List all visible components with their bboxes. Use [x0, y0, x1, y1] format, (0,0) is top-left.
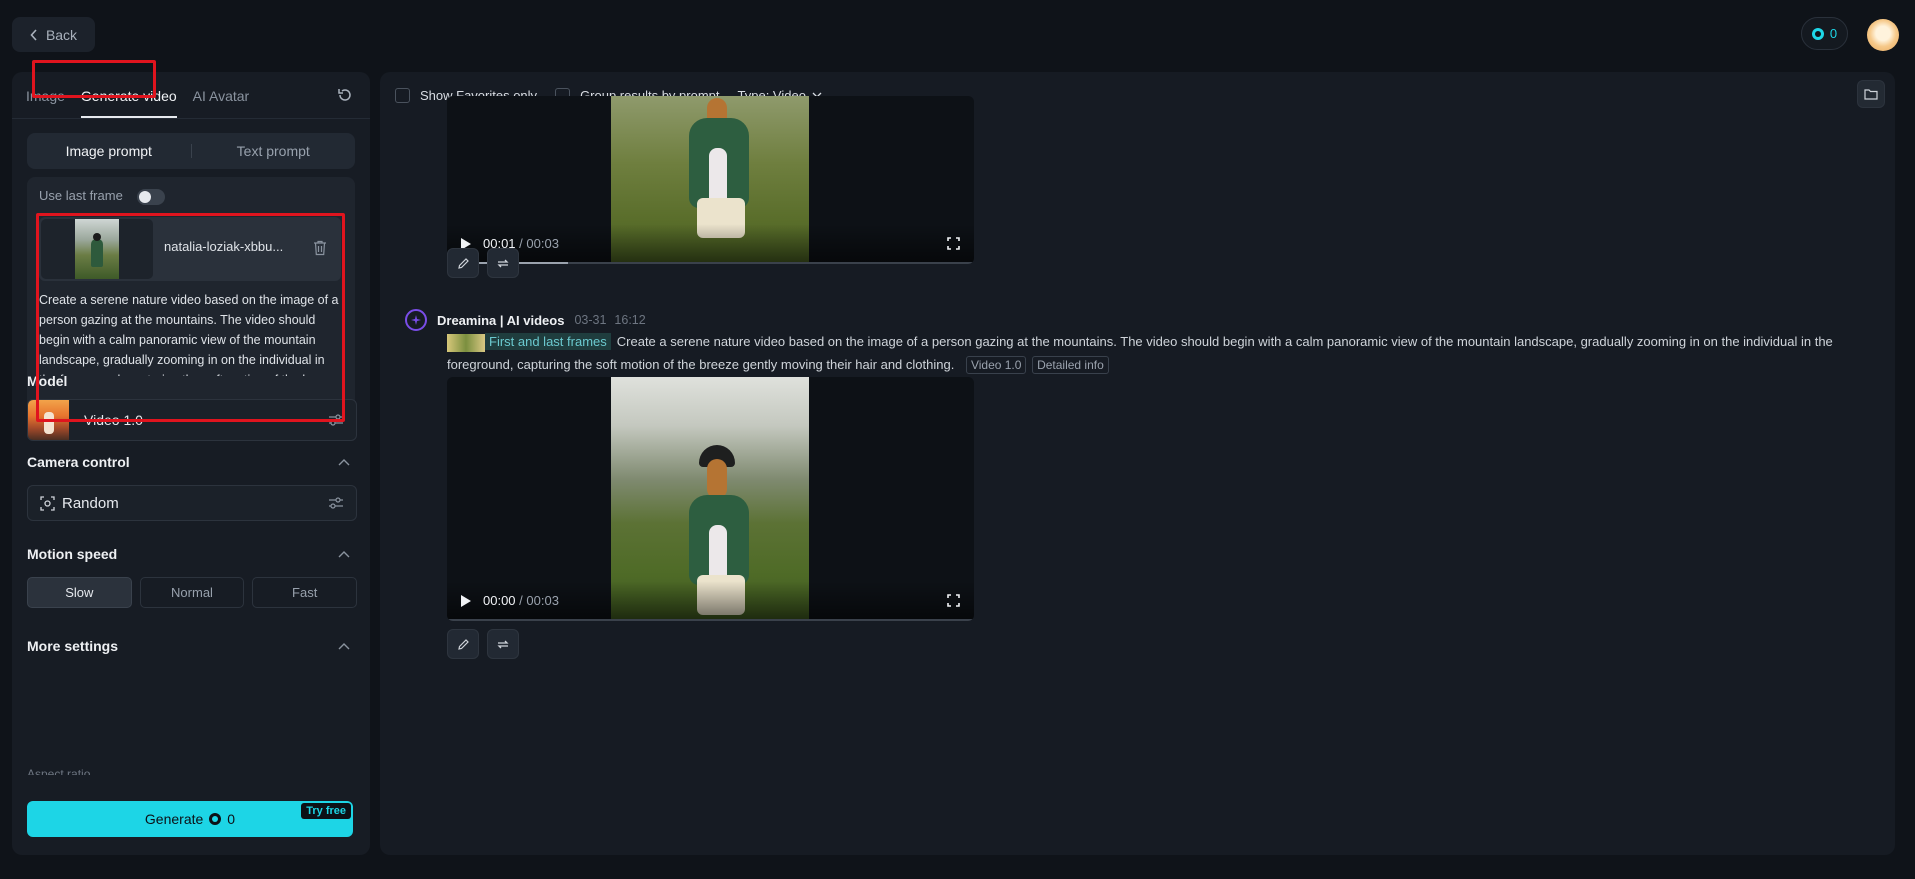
- camera-focus-icon: [40, 496, 55, 511]
- motion-speed-options: Slow Normal Fast: [27, 577, 358, 608]
- uploaded-file-name: natalia-loziak-xbbu...: [164, 239, 284, 254]
- tab-ai-avatar[interactable]: AI Avatar: [193, 84, 250, 118]
- prompt-box: Use last frame natalia-loziak-xbbu... Cr…: [27, 177, 355, 435]
- back-label: Back: [45, 26, 78, 43]
- aspect-ratio-label: Aspect ratio: [27, 767, 91, 775]
- uploaded-image-row[interactable]: natalia-loziak-xbbu...: [39, 217, 341, 281]
- video-progress-track-1[interactable]: [447, 262, 974, 264]
- reset-icon[interactable]: [336, 86, 354, 104]
- folder-icon: [1864, 89, 1878, 100]
- try-free-badge: Try free: [301, 803, 351, 819]
- generate-button[interactable]: Generate 0 Try free: [27, 801, 353, 837]
- image-prompt-button[interactable]: Image prompt: [27, 133, 191, 169]
- prompt-mode-toggle: Image prompt Text prompt: [27, 133, 355, 169]
- credit-coin-icon: [1811, 27, 1824, 40]
- model-thumbnail: [28, 400, 69, 440]
- speed-slow-button[interactable]: Slow: [27, 577, 132, 608]
- credits-count: 0: [1829, 26, 1838, 41]
- back-button[interactable]: Back: [12, 17, 95, 52]
- credits-badge[interactable]: 0: [1801, 17, 1848, 50]
- edit-button-1[interactable]: [447, 248, 479, 278]
- uploaded-image-thumbnail: [75, 219, 119, 279]
- camera-control-label: Camera control: [27, 454, 130, 470]
- folder-button[interactable]: [1857, 80, 1885, 108]
- repeat-icon: [497, 640, 509, 648]
- video-progress-track-2[interactable]: [447, 619, 974, 621]
- generation-time: 16:12: [614, 313, 646, 327]
- model-name: Video 1.0: [84, 412, 143, 428]
- video-player-1[interactable]: 00:01 / 00:03: [447, 96, 974, 264]
- edit-button-2[interactable]: [447, 629, 479, 659]
- generation-header: Dreamina | AI videos 03-31 16:12: [405, 309, 654, 331]
- chevron-up-icon[interactable]: [338, 458, 350, 466]
- camera-control-value: Random: [62, 495, 119, 512]
- chevron-up-icon[interactable]: [338, 642, 350, 650]
- mode-tabs: Image Generate video AI Avatar: [26, 84, 249, 118]
- model-chip: Video 1.0: [965, 356, 1027, 374]
- user-avatar[interactable]: [1867, 19, 1899, 51]
- frames-thumbnail: [447, 333, 485, 352]
- video-time-2: 00:00 / 00:03: [483, 593, 559, 608]
- video-controls-2: 00:00 / 00:03: [447, 581, 974, 621]
- generation-settings-panel: Image Generate video AI Avatar Image pro…: [12, 72, 370, 855]
- generate-cost: 0: [227, 811, 236, 827]
- image-thumbnail-frame: [41, 219, 153, 279]
- tab-generate-video[interactable]: Generate video: [80, 84, 177, 118]
- dreamina-logo-icon: [405, 309, 427, 331]
- speed-fast-button[interactable]: Fast: [252, 577, 358, 608]
- camera-control-selector[interactable]: Random: [27, 485, 357, 521]
- fullscreen-icon[interactable]: [947, 594, 960, 607]
- generator-name: Dreamina | AI videos: [437, 312, 565, 328]
- model-label: Model: [27, 373, 68, 389]
- chevron-left-icon: [30, 28, 37, 41]
- credit-coin-icon: [209, 813, 222, 825]
- speed-normal-button[interactable]: Normal: [139, 577, 245, 608]
- show-favorites-checkbox[interactable]: [395, 87, 410, 103]
- generation-description: First and last frames Create a serene nat…: [447, 330, 1847, 376]
- video-controls-1: 00:01 / 00:03: [447, 224, 974, 264]
- prompt-textarea[interactable]: Create a serene nature video based on th…: [39, 290, 341, 376]
- more-settings-label: More settings: [27, 638, 119, 654]
- trash-icon[interactable]: [313, 240, 327, 256]
- detailed-info-chip[interactable]: Detailed info: [1032, 356, 1109, 374]
- pencil-icon: [457, 638, 469, 650]
- video-player-2[interactable]: 00:00 / 00:03: [447, 377, 974, 621]
- regenerate-button-2[interactable]: [487, 629, 519, 659]
- tab-divider: [12, 118, 370, 119]
- use-last-frame-label: Use last frame: [39, 188, 123, 203]
- model-selector[interactable]: Video 1.0: [27, 399, 357, 441]
- pencil-icon: [457, 257, 469, 269]
- first-last-frames-tag[interactable]: First and last frames: [485, 333, 611, 350]
- tab-image[interactable]: Image: [26, 84, 65, 118]
- results-panel: Show Favorites only Group results by pro…: [380, 72, 1895, 855]
- use-last-frame-toggle[interactable]: [137, 189, 165, 205]
- generation-date: 03-31: [574, 313, 607, 327]
- chevron-up-icon[interactable]: [338, 550, 350, 558]
- play-icon[interactable]: [461, 595, 471, 607]
- fullscreen-icon[interactable]: [947, 237, 960, 250]
- settings-sliders-icon[interactable]: [328, 496, 344, 510]
- regenerate-button-1[interactable]: [487, 248, 519, 278]
- repeat-icon: [497, 259, 509, 267]
- generation-prompt-text: Create a serene nature video based on th…: [447, 334, 1833, 372]
- text-prompt-button[interactable]: Text prompt: [192, 133, 356, 169]
- generate-label: Generate: [144, 811, 204, 827]
- motion-speed-label: Motion speed: [27, 546, 118, 562]
- settings-sliders-icon[interactable]: [328, 413, 344, 427]
